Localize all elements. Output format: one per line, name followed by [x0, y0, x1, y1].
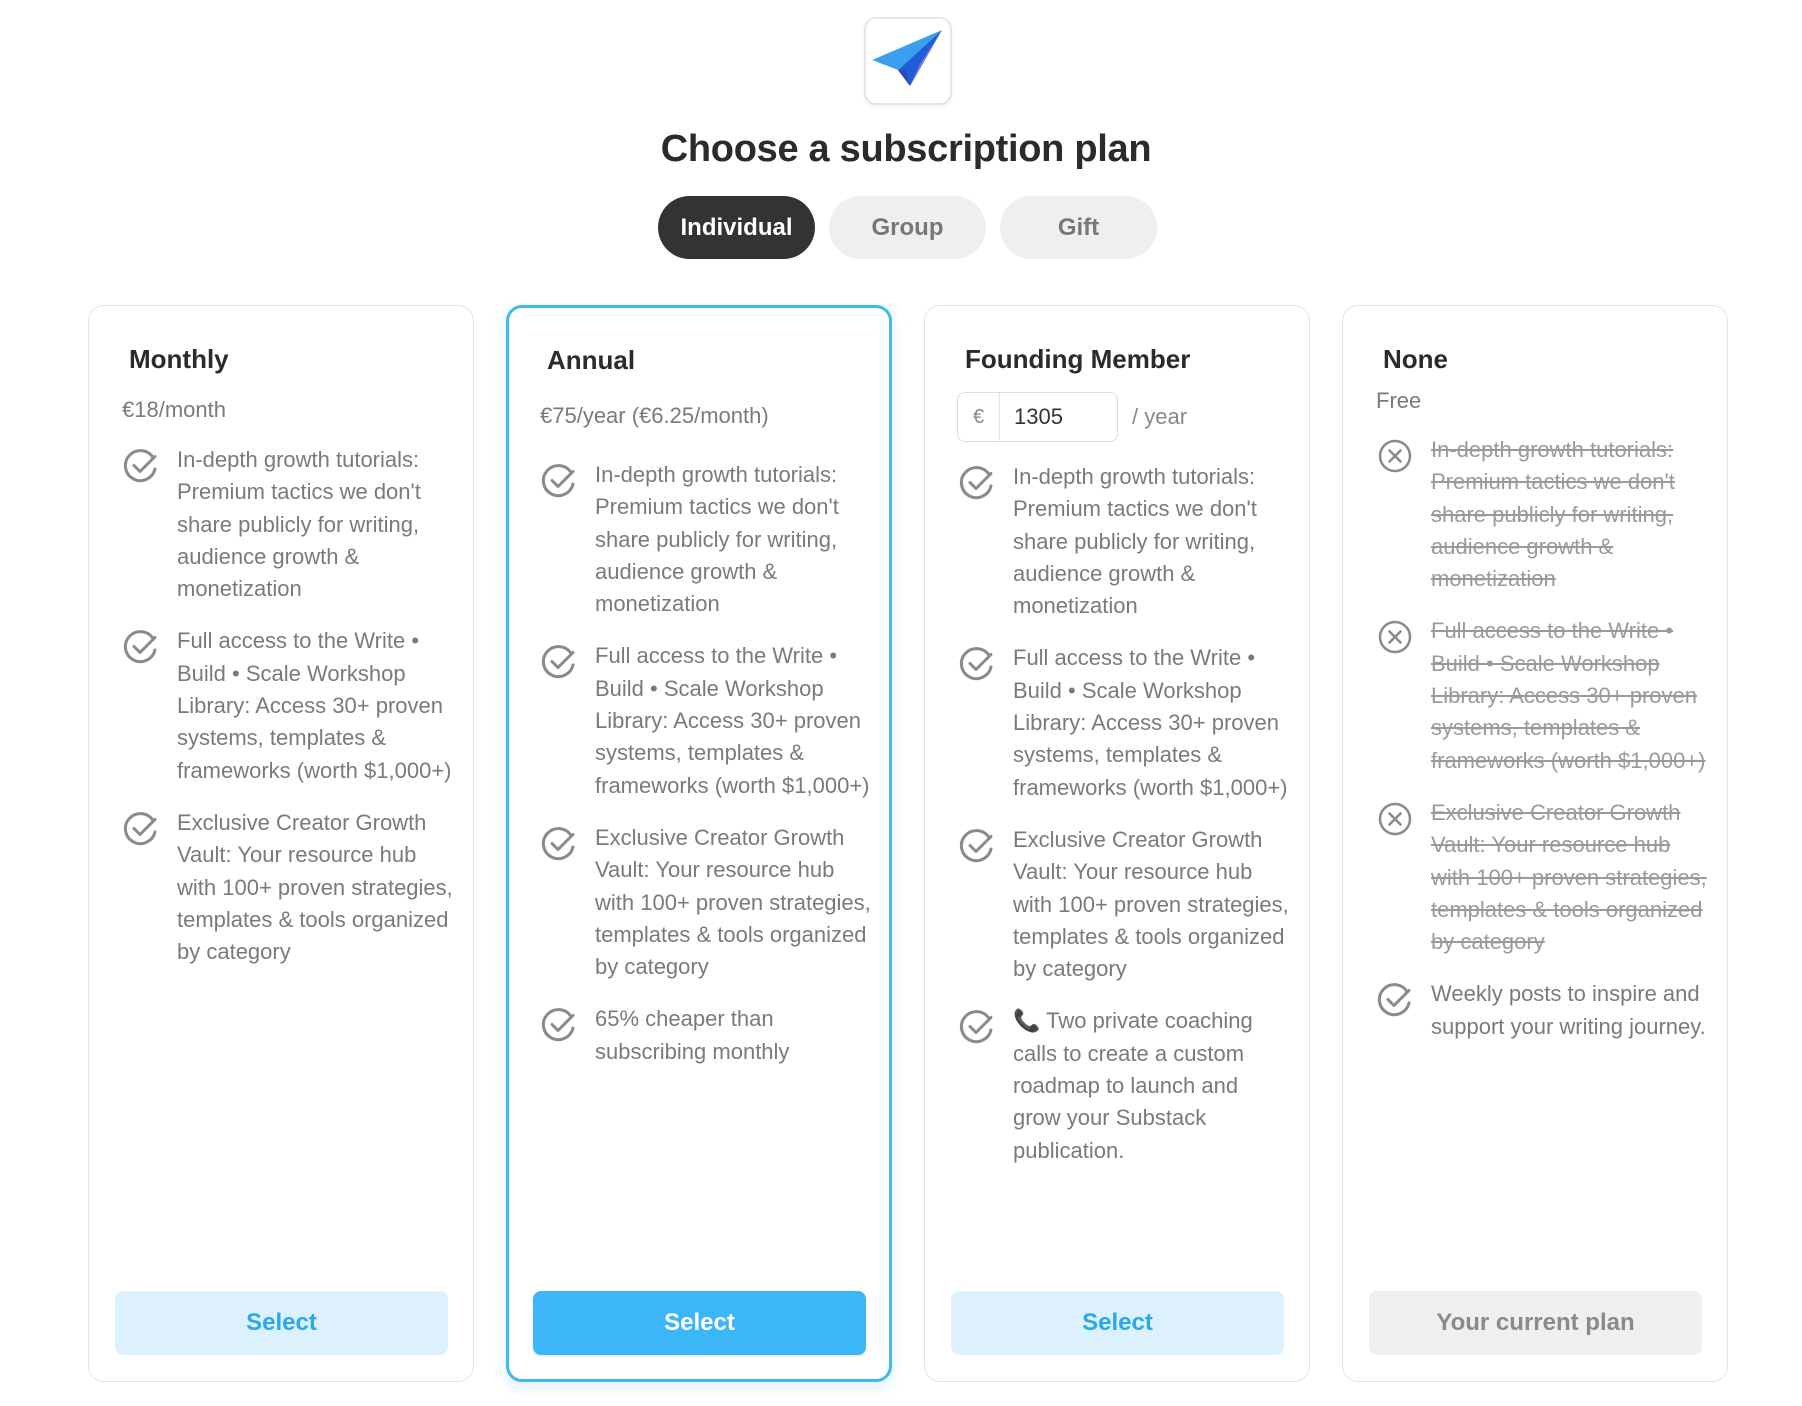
- x-circle-icon: [1376, 800, 1414, 838]
- feature-text: Full access to the Write • Build • Scale…: [1431, 618, 1706, 773]
- feature-text: 65% cheaper than subscribing monthly: [595, 1006, 790, 1064]
- feature-text: Exclusive Creator Growth Vault: Your res…: [595, 824, 871, 980]
- check-circle-icon: [540, 462, 578, 500]
- list-item: Exclusive Creator Growth Vault: Your res…: [1376, 797, 1709, 958]
- plan-price: Free: [1376, 388, 1422, 413]
- period-label: / year: [1132, 404, 1188, 429]
- page-title: Choose a subscription plan: [660, 128, 1152, 170]
- amount-input[interactable]: [1000, 404, 1110, 430]
- plan-price: €75/year (€6.25/month): [540, 403, 769, 428]
- feature-text: In-depth growth tutorials: Premium tacti…: [595, 462, 839, 617]
- feature-text: Exclusive Creator Growth Vault: Your res…: [1431, 799, 1707, 955]
- plan-name: Annual: [547, 345, 636, 375]
- logo: [864, 17, 952, 105]
- feature-text: Full access to the Write • Build • Scale…: [595, 643, 870, 798]
- list-item: Weekly posts to inspire and support your…: [1376, 978, 1709, 1043]
- tab-group[interactable]: Group: [829, 196, 986, 259]
- currency-label: €: [958, 393, 1000, 441]
- plan-card-monthly[interactable]: Monthly €18/month In-depth growth tutori…: [88, 305, 474, 1382]
- check-circle-icon: [958, 464, 996, 502]
- check-circle-icon: [122, 447, 160, 485]
- plan-name: Founding Member: [965, 344, 1191, 374]
- feature-list: In-depth growth tutorials: Premium tacti…: [122, 444, 455, 988]
- x-circle-icon: [1376, 437, 1414, 475]
- list-item: In-depth growth tutorials: Premium tacti…: [540, 459, 871, 620]
- list-item: Full access to the Write • Build • Scale…: [1376, 615, 1709, 776]
- amount-row: € / year: [957, 392, 1187, 442]
- select-monthly-button[interactable]: Select: [115, 1291, 448, 1355]
- feature-text: Full access to the Write • Build • Scale…: [1013, 645, 1288, 800]
- feature-text: In-depth growth tutorials: Premium tacti…: [1431, 437, 1675, 592]
- list-item: Exclusive Creator Growth Vault: Your res…: [540, 822, 871, 983]
- list-item: Exclusive Creator Growth Vault: Your res…: [958, 824, 1291, 985]
- paper-plane-icon: [870, 26, 946, 97]
- check-circle-icon: [958, 645, 996, 683]
- feature-text: Exclusive Creator Growth Vault: Your res…: [1013, 826, 1289, 982]
- feature-list: In-depth growth tutorials: Premium tacti…: [958, 461, 1291, 1187]
- check-circle-icon: [540, 643, 578, 681]
- select-annual-button[interactable]: Select: [533, 1291, 866, 1355]
- check-circle-icon: [958, 827, 996, 865]
- feature-list: In-depth growth tutorials: Premium tacti…: [540, 459, 871, 1088]
- plan-name: Monthly: [129, 344, 229, 374]
- check-circle-icon: [958, 1008, 996, 1046]
- check-circle-icon: [122, 628, 160, 666]
- list-item: 65% cheaper than subscribing monthly: [540, 1003, 871, 1068]
- plan-card-founding-member[interactable]: Founding Member € / year In-depth growth…: [924, 305, 1310, 1382]
- plan-name: None: [1383, 344, 1448, 374]
- plan-card-none[interactable]: None Free In-depth growth tutorials: Pre…: [1342, 305, 1728, 1382]
- feature-text: Weekly posts to inspire and support your…: [1431, 981, 1706, 1039]
- feature-text: Exclusive Creator Growth Vault: Your res…: [177, 809, 453, 965]
- tab-individual[interactable]: Individual: [658, 196, 815, 259]
- tab-gift[interactable]: Gift: [1000, 196, 1157, 259]
- plan-card-annual[interactable]: Annual €75/year (€6.25/month) In-depth g…: [506, 305, 892, 1382]
- feature-text: Full access to the Write • Build • Scale…: [177, 628, 452, 783]
- plan-type-tabs: Individual Group Gift: [658, 196, 1157, 259]
- check-circle-icon: [540, 825, 578, 863]
- list-item: Full access to the Write • Build • Scale…: [958, 642, 1291, 803]
- list-item: In-depth growth tutorials: Premium tacti…: [958, 461, 1291, 622]
- list-item: Full access to the Write • Build • Scale…: [122, 625, 455, 786]
- check-circle-icon: [1376, 981, 1414, 1019]
- plan-price: €18/month: [122, 397, 226, 422]
- feature-text: In-depth growth tutorials: Premium tacti…: [1013, 464, 1257, 619]
- list-item: Full access to the Write • Build • Scale…: [540, 640, 871, 801]
- feature-text: In-depth growth tutorials: Premium tacti…: [177, 447, 421, 602]
- amount-field: €: [957, 392, 1118, 442]
- check-circle-icon: [122, 810, 160, 848]
- list-item: In-depth growth tutorials: Premium tacti…: [122, 444, 455, 605]
- select-founding-member-button[interactable]: Select: [951, 1291, 1284, 1355]
- current-plan-button[interactable]: Your current plan: [1369, 1291, 1702, 1355]
- x-circle-icon: [1376, 618, 1414, 656]
- list-item: 📞 Two private coaching calls to create a…: [958, 1005, 1291, 1166]
- check-circle-icon: [540, 1006, 578, 1044]
- list-item: Exclusive Creator Growth Vault: Your res…: [122, 807, 455, 968]
- feature-text: 📞 Two private coaching calls to create a…: [1013, 1008, 1253, 1163]
- feature-list: In-depth growth tutorials: Premium tacti…: [1376, 434, 1709, 1063]
- list-item: In-depth growth tutorials: Premium tacti…: [1376, 434, 1709, 595]
